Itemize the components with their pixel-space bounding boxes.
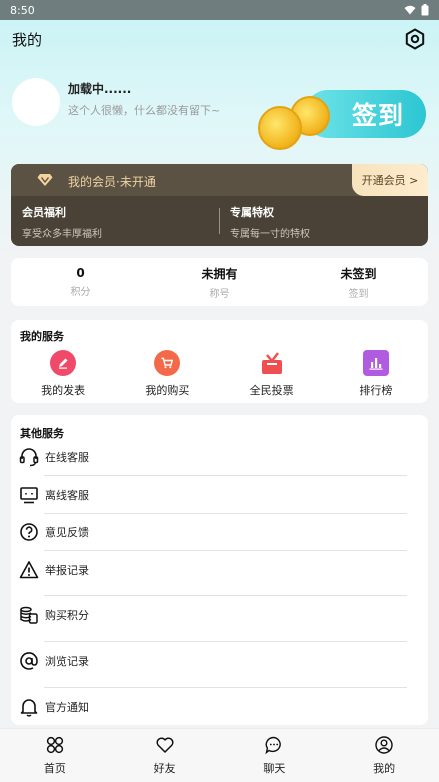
bell-icon [20,699,38,717]
vip-card[interactable]: 我的会员·未开通 开通会员 > 会员福利 享受众多丰厚福利 专属特权 专属每一寸… [11,164,428,246]
other-label: 离线客服 [45,489,89,502]
stat-points[interactable]: 0 积分 [11,258,150,306]
heart-icon [156,737,174,753]
bio: 这个人很懒，什么都没有留下~ [68,104,221,117]
stat-label: 签到 [348,288,369,300]
other-buy-points[interactable]: 购买积分 [19,605,407,625]
monitor-icon [20,487,38,504]
stat-label: 称号 [209,288,230,300]
vip-status: 我的会员·未开通 [68,175,156,189]
avatar[interactable] [12,78,60,126]
vip-privilege-subtitle: 专属每一寸的特权 [230,229,310,240]
warning-icon [19,561,39,579]
service-label: 我的购买 [145,384,190,397]
other-offline-support[interactable]: 离线客服 [19,485,407,505]
divider [44,595,407,596]
divider [44,550,407,551]
settings-button[interactable] [403,27,427,51]
coins-icon [20,606,38,624]
service-label: 排行榜 [359,384,393,397]
question-icon [20,523,38,541]
nav-home[interactable]: 首页 [0,729,110,782]
other-online-support[interactable]: 在线客服 [19,447,407,467]
vip-privilege-title: 专属特权 [230,206,274,219]
service-my-posts[interactable]: 我的发表 [11,350,115,398]
divider [44,475,407,476]
cart-icon [154,350,181,376]
hexagon-settings-icon [405,28,425,50]
page-title: 我的 [12,30,43,49]
stat-title[interactable]: 未拥有 称号 [150,258,289,306]
other-label: 购买积分 [45,609,89,622]
vip-privilege: 专属特权 专属每一寸的特权 [230,204,310,240]
stat-value: 0 [76,266,85,280]
profile-section: 加载中...... 这个人很懒，什么都没有留下~ 签到 [12,78,432,150]
stat-value: 未签到 [340,266,377,281]
my-services-card: 我的服务 我的发表 我的购买 全民投票 排行榜 [11,320,428,403]
stat-checkin[interactable]: 未签到 签到 [289,258,428,306]
service-ranking[interactable]: 排行榜 [324,350,428,398]
diamond-icon [37,174,53,186]
nav-chat[interactable]: 聊天 [220,729,330,782]
section-title: 其他服务 [20,427,64,440]
chat-bubble-icon [265,736,282,755]
stat-label: 积分 [70,287,91,298]
nav-friends[interactable]: 好友 [110,729,220,782]
other-label: 官方通知 [45,701,89,714]
app-header: 我的 [0,22,439,56]
bottom-nav: 首页 好友 聊天 我的 [0,728,439,782]
checkin-button[interactable]: 签到 [258,84,426,150]
vip-benefits-subtitle: 享受众多丰厚福利 [22,229,102,240]
ballot-box-icon [258,350,285,376]
nav-label: 好友 [153,762,176,775]
vip-benefits-title: 会员福利 [22,206,66,219]
nav-mine[interactable]: 我的 [329,729,439,782]
bar-chart-icon [362,350,389,376]
home-grid-icon [46,736,64,754]
other-report-records[interactable]: 举报记录 [19,560,407,580]
divider [44,641,407,642]
stats-card: 0 积分 未拥有 称号 未签到 签到 [11,258,428,306]
battery-icon [421,4,429,16]
divider [44,513,407,514]
coin-icon [258,106,302,150]
divider [44,687,407,688]
stat-value: 未拥有 [201,266,238,281]
service-vote[interactable]: 全民投票 [220,350,324,398]
other-feedback[interactable]: 意见反馈 [19,522,407,542]
other-label: 在线客服 [45,451,89,464]
headset-icon [19,448,39,467]
user-circle-icon [375,736,393,754]
service-label: 我的发表 [41,384,86,397]
other-label: 意见反馈 [45,526,89,539]
wifi-icon [404,5,416,15]
status-bar: 8:50 [0,0,439,20]
service-my-purchases[interactable]: 我的购买 [115,350,219,398]
at-icon [20,652,38,670]
other-official-notice[interactable]: 官方通知 [19,697,407,717]
nav-label: 聊天 [263,762,286,775]
other-label: 举报记录 [45,564,89,577]
other-services-card: 其他服务 在线客服 离线客服 意见反馈 举报记录 购买积分 浏览记录 官方通知 [11,415,428,725]
vip-divider [219,208,220,234]
pencil-icon [50,350,77,376]
other-browse-history[interactable]: 浏览记录 [19,651,407,671]
checkin-label: 签到 [351,101,404,130]
status-time: 8:50 [10,3,35,17]
nav-label: 我的 [373,762,396,775]
nickname[interactable]: 加载中...... [68,80,131,97]
other-label: 浏览记录 [45,655,89,668]
section-title: 我的服务 [20,330,64,343]
nav-label: 首页 [43,762,66,775]
vip-benefits: 会员福利 享受众多丰厚福利 [22,204,102,240]
service-label: 全民投票 [249,384,294,397]
open-vip-button[interactable]: 开通会员 > [352,164,428,196]
